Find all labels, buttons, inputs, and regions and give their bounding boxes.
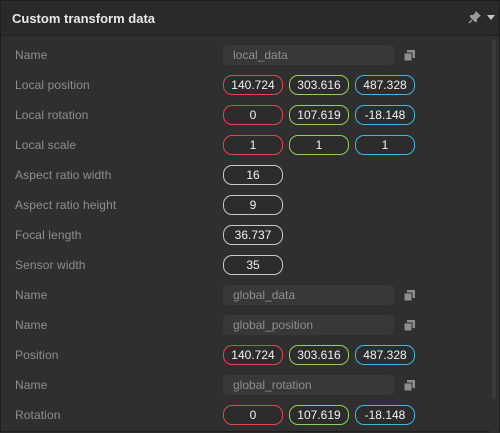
rotation-z-field[interactable]: -18.148 [355,405,415,425]
row-sensor-width: Sensor width 35 [1,251,471,281]
local-scale-z-field[interactable]: 1 [355,135,415,155]
local-position-x-field[interactable]: 140.724 [223,75,283,95]
field-label: Focal length [15,228,82,242]
name-field[interactable]: global_rotation [223,375,394,395]
field-label: Local scale [15,138,77,152]
row-name-global-data: Name global_data [1,281,471,311]
rotation-y-field[interactable]: 107.619 [289,405,349,425]
field-label: Local position [15,78,90,92]
local-scale-y-field[interactable]: 1 [289,135,349,155]
field-label: Name [15,318,48,332]
local-rotation-z-field[interactable]: -18.148 [355,105,415,125]
row-local-position: Local position 140.724 303.616 487.328 [1,71,471,101]
sensor-width-field[interactable]: 35 [223,255,283,275]
field-label: Name [15,378,48,392]
position-x-field[interactable]: 140.724 [223,345,283,365]
field-label: Position [15,348,59,362]
position-y-field[interactable]: 303.616 [289,345,349,365]
row-local-scale: Local scale 1 1 1 [1,131,471,161]
local-rotation-x-field[interactable]: 0 [223,105,283,125]
row-position: Position 140.724 303.616 487.328 [1,341,471,371]
row-name-local-data: Name local_data [1,41,471,71]
row-rotation: Rotation 0 107.619 -18.148 [1,401,471,431]
field-label: Aspect ratio width [15,168,112,182]
row-local-rotation: Local rotation 0 107.619 -18.148 [1,101,471,131]
name-field[interactable]: global_data [223,285,394,305]
pin-icon[interactable] [468,10,482,24]
panel-title: Custom transform data [12,11,156,26]
position-z-field[interactable]: 487.328 [355,345,415,365]
row-name-global-rotation: Name global_rotation [1,371,471,401]
scrollbar-thumb[interactable] [492,39,496,399]
row-focal-length: Focal length 36.737 [1,221,471,251]
local-position-z-field[interactable]: 487.328 [355,75,415,95]
panel-header: Custom transform data [1,1,499,36]
field-label: Name [15,288,48,302]
field-label: Sensor width [15,258,86,272]
field-label: Local rotation [15,108,89,122]
rotation-x-field[interactable]: 0 [223,405,283,425]
copy-icon[interactable] [403,49,416,62]
row-aspect-ratio-height: Aspect ratio height 9 [1,191,471,221]
row-aspect-ratio-width: Aspect ratio width 16 [1,161,471,191]
aspect-ratio-height-field[interactable]: 9 [223,195,283,215]
local-rotation-y-field[interactable]: 107.619 [289,105,349,125]
row-name-global-position: Name global_position [1,311,471,341]
field-label: Rotation [15,408,61,422]
custom-transform-data-panel: Custom transform data Name local_data Lo… [0,0,500,433]
copy-icon[interactable] [403,319,416,332]
name-field[interactable]: local_data [223,45,394,65]
name-field[interactable]: global_position [223,315,394,335]
copy-icon[interactable] [403,289,416,302]
dropdown-arrow-icon[interactable] [485,10,497,24]
copy-icon[interactable] [403,379,416,392]
field-label: Name [15,48,48,62]
aspect-ratio-width-field[interactable]: 16 [223,165,283,185]
local-scale-x-field[interactable]: 1 [223,135,283,155]
focal-length-field[interactable]: 36.737 [223,225,283,245]
field-label: Aspect ratio height [15,198,117,212]
local-position-y-field[interactable]: 303.616 [289,75,349,95]
